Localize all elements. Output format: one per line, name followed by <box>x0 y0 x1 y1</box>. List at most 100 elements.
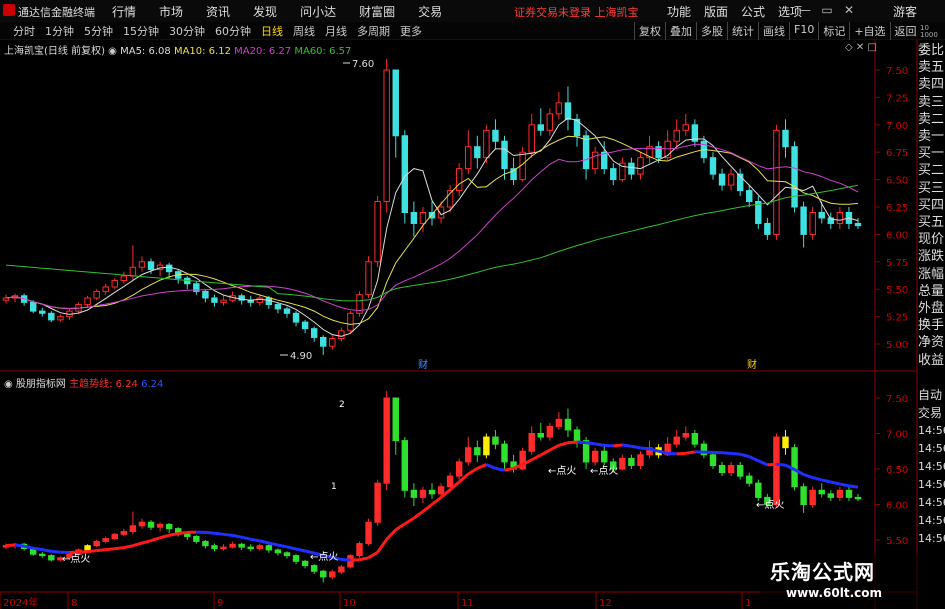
tool-stats[interactable]: 统计 <box>727 22 758 40</box>
bar-tag: 1 <box>331 482 337 492</box>
tick-time: 14:56 <box>918 478 945 491</box>
tick-time: 14:56 <box>918 532 945 545</box>
menu-item-quotes[interactable]: 行情 <box>112 3 136 20</box>
sub-bar <box>782 436 789 449</box>
label-sell4: 卖四 <box>918 77 945 93</box>
candle-down <box>165 264 173 273</box>
trend-line-segment <box>803 473 814 480</box>
tool-adjust[interactable]: 复权 <box>634 22 665 40</box>
tick-time: 14:56 <box>918 460 945 473</box>
trend-line-segment <box>495 466 505 472</box>
menu-layout[interactable]: 版面 <box>704 3 728 20</box>
tab-15min[interactable]: 15分钟 <box>122 23 160 39</box>
menu-item-discover[interactable]: 发现 <box>253 3 277 20</box>
tool-draw[interactable]: 画线 <box>758 22 789 40</box>
tab-monthly[interactable]: 月线 <box>324 23 348 39</box>
candle-up <box>129 266 137 277</box>
login-warning[interactable]: 证券交易未登录 上海凯宝 <box>514 4 639 20</box>
tab-1min[interactable]: 1分钟 <box>44 23 75 39</box>
y-tick-label: 5.75 <box>886 258 908 269</box>
tab-30min[interactable]: 30分钟 <box>168 23 206 39</box>
tool-add-watchlist[interactable]: +自选 <box>849 22 889 40</box>
candle-up <box>673 129 680 142</box>
event-mark-2[interactable]: 财 <box>747 358 757 371</box>
indicator-name[interactable]: 股朋指标网 <box>16 379 66 390</box>
event-mark-1[interactable]: 财 <box>418 358 428 371</box>
label-buy4: 买四 <box>918 197 945 213</box>
trend-line-segment <box>168 532 179 537</box>
trend-line-segment <box>205 530 215 535</box>
tool-mark[interactable]: 标记 <box>818 22 849 40</box>
candle-up <box>57 316 64 321</box>
candle-down <box>211 297 218 303</box>
tab-multi-period[interactable]: 多周期 <box>356 23 391 39</box>
candle-down <box>709 157 717 175</box>
trend-line-segment <box>821 478 832 484</box>
auto-label[interactable]: 自动 <box>918 386 945 404</box>
candle-up <box>84 297 91 306</box>
candle-up <box>483 129 490 159</box>
low-label: 4.90 <box>290 351 312 362</box>
menu-formula[interactable]: 公式 <box>741 3 765 20</box>
trend-line-segment <box>549 444 560 452</box>
candle-down <box>274 304 282 310</box>
sub-bar <box>156 523 164 528</box>
trade-label[interactable]: 交易 <box>918 404 945 422</box>
trend-line-label: 主趋势线: 6.24 <box>69 379 138 390</box>
menu-function[interactable]: 功能 <box>667 3 691 20</box>
trend-line-segment <box>295 547 306 553</box>
tool-f10[interactable]: F10 <box>789 22 818 40</box>
y-tick-label: 5.00 <box>886 340 908 351</box>
close-pane-icon[interactable]: ✕ <box>856 42 864 53</box>
candle-up <box>727 173 735 186</box>
expand-icon[interactable]: □ <box>867 42 876 53</box>
tab-timeshare[interactable]: 分时 <box>12 23 36 39</box>
kline-chart[interactable]: 7.50 7.25 7.00 6.75 6.50 6.25 6.00 5.75 5.50 5.25… <box>0 40 945 609</box>
menu-item-trade[interactable]: 交易 <box>418 3 442 20</box>
candle-up <box>365 261 372 296</box>
ma60-label: MA60: 6.57 <box>294 46 352 57</box>
trend-line-segment <box>141 539 152 545</box>
tick-time: 14:56 <box>918 424 945 437</box>
tool-overlay[interactable]: 叠加 <box>665 22 696 40</box>
sub-bar <box>84 545 91 551</box>
minimize-icon[interactable]: — <box>796 2 814 18</box>
trend-line-segment <box>5 543 16 548</box>
ma5-label: MA5: 6.08 <box>120 46 171 57</box>
restore-icon[interactable]: ▭ <box>818 2 836 18</box>
trend-line-segment <box>739 452 750 459</box>
tab-5min[interactable]: 5分钟 <box>83 23 114 39</box>
settings-icon[interactable]: ◉ <box>4 379 13 390</box>
menu-item-wealth[interactable]: 财富圈 <box>359 3 395 20</box>
label-buy5: 买五 <box>918 215 945 231</box>
tool-multi-stock[interactable]: 多股 <box>696 22 727 40</box>
period-toolbar: 分时 1分钟 5分钟 15分钟 30分钟 60分钟 日线 周线 月线 多周期 更… <box>0 22 945 40</box>
sub-bar <box>165 523 173 530</box>
tab-weekly[interactable]: 周线 <box>292 23 316 39</box>
menu-item-ask[interactable]: 问小达 <box>300 3 336 20</box>
guest-label[interactable]: 游客 <box>893 3 917 20</box>
trend-line-segment <box>467 467 479 476</box>
label-change: 涨跌 <box>918 249 945 265</box>
tab-daily[interactable]: 日线 <box>260 23 284 39</box>
candle-up <box>773 129 780 235</box>
tab-more[interactable]: 更多 <box>399 23 423 39</box>
tick-time: 14:56 <box>918 442 945 455</box>
diamond-icon[interactable]: ◇ <box>845 42 853 53</box>
trend-line-segment <box>730 451 741 456</box>
tab-60min[interactable]: 60分钟 <box>214 23 252 39</box>
watermark-url: www.60lt.com <box>786 586 883 600</box>
candle-up <box>256 297 264 303</box>
tool-back[interactable]: 返回 <box>889 22 921 40</box>
menu-item-market[interactable]: 市场 <box>159 3 183 20</box>
sub-bar <box>709 454 717 466</box>
candle-up <box>2 297 10 301</box>
candle-down <box>718 173 726 186</box>
close-icon[interactable]: ✕ <box>840 2 858 18</box>
trend-line-segment <box>259 539 270 545</box>
stock-label[interactable]: 上海凯宝(日线 前复权) <box>4 46 105 57</box>
candle-up <box>591 151 599 170</box>
menu-item-news[interactable]: 资讯 <box>206 3 230 20</box>
sub-bar <box>455 461 463 477</box>
settings-icon[interactable]: ◉ <box>108 46 117 57</box>
